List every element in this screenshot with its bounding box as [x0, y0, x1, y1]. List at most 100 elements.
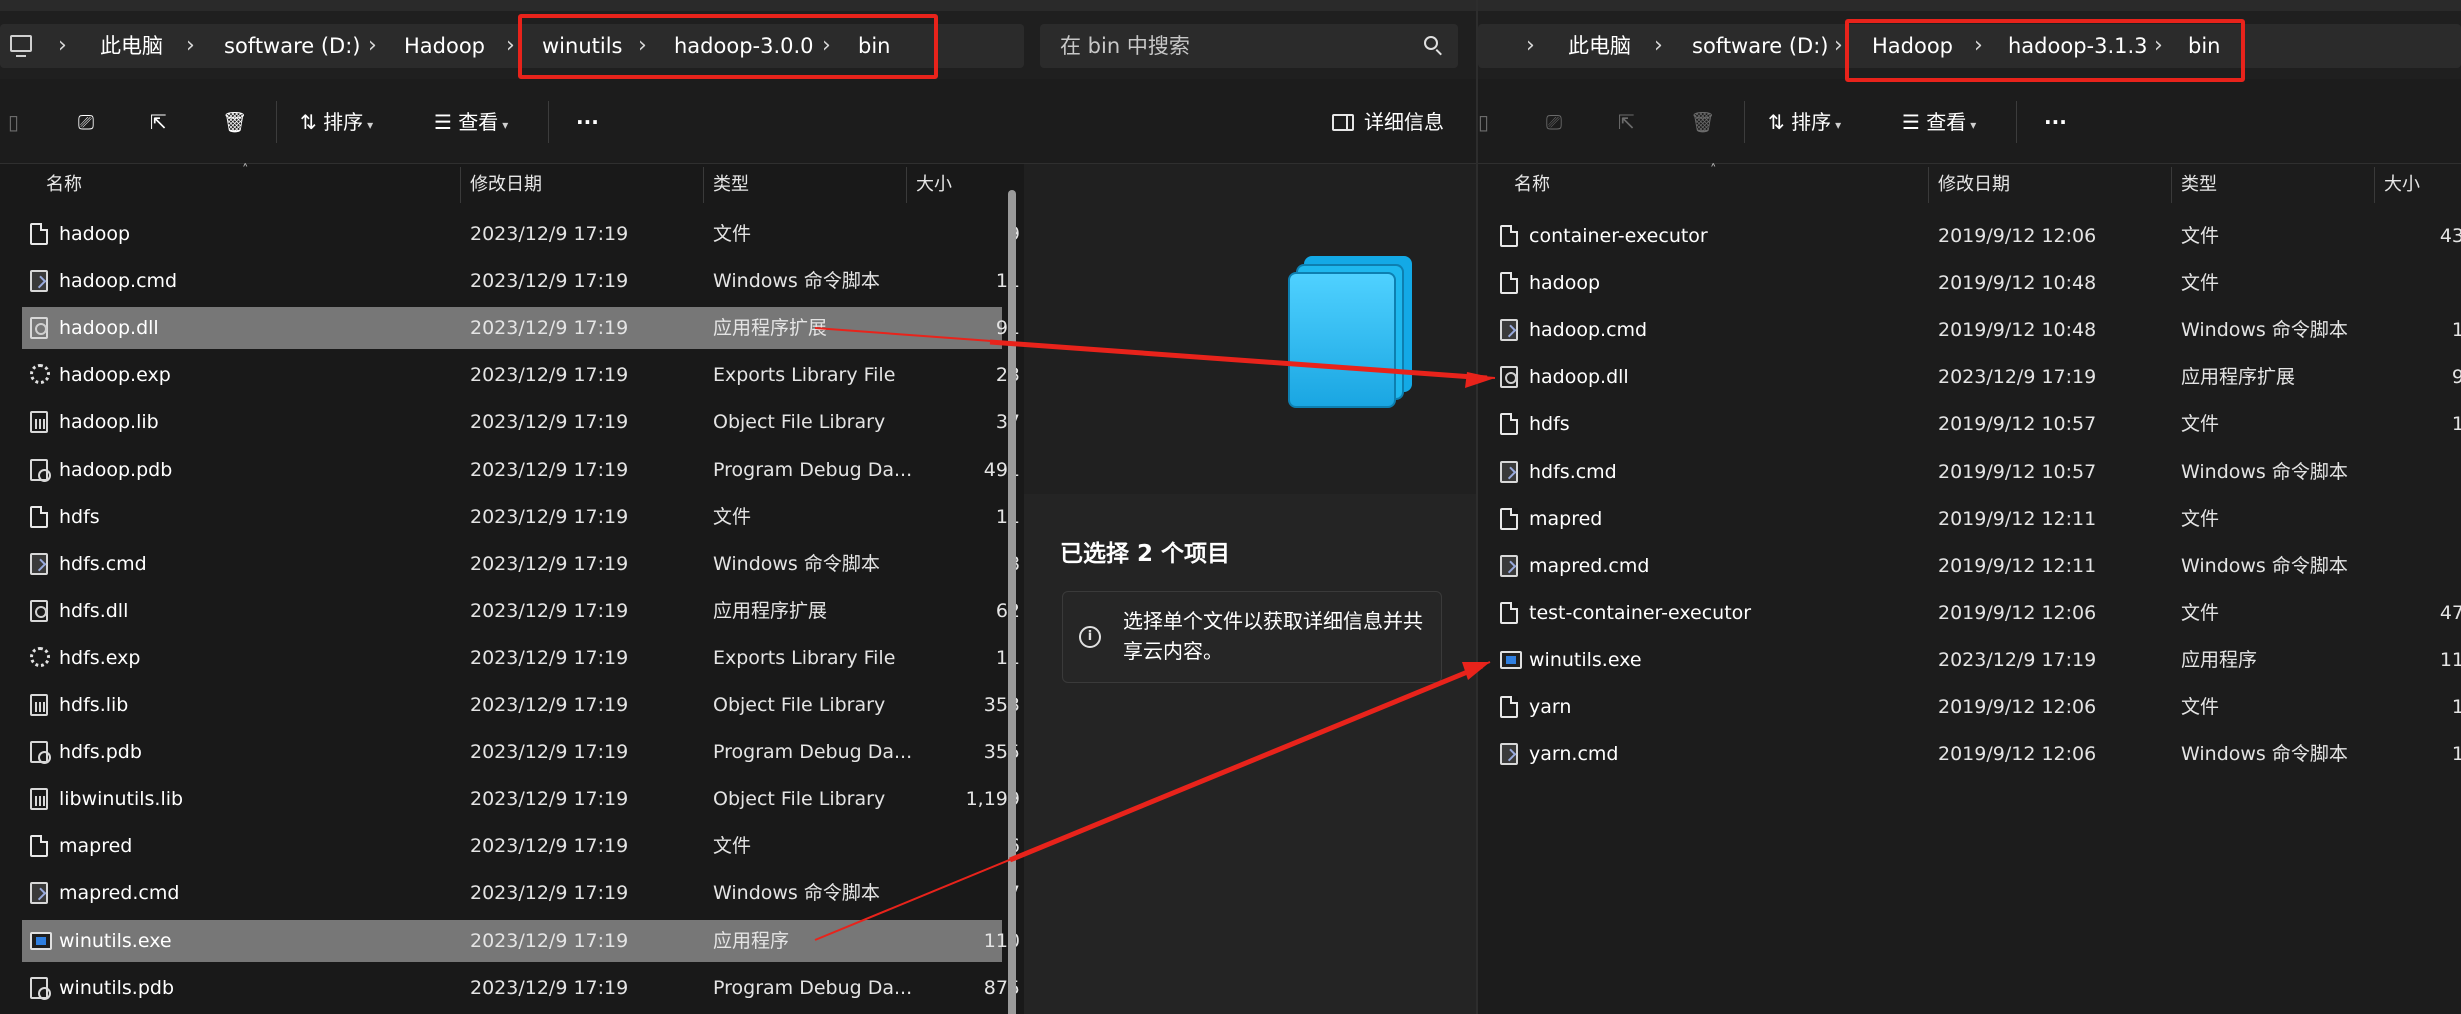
- column-divider[interactable]: [906, 167, 907, 203]
- more-options-button[interactable]: ···: [2044, 107, 2067, 137]
- file-row[interactable]: yarn.cmd 2019/9/12 12:06 Windows 命令脚本 1: [1500, 733, 2461, 775]
- file-row[interactable]: libwinutils.lib 2023/12/9 17:19 Object Fil…: [22, 778, 1020, 820]
- column-divider[interactable]: [2171, 167, 2172, 203]
- file-row[interactable]: hdfs.lib 2023/12/9 17:19 Object File Libra…: [22, 684, 1020, 726]
- file-row[interactable]: winutils.exe 2023/12/9 17:19 应用程序 11: [1500, 639, 2461, 681]
- chevron-right-icon: ›: [1654, 33, 1663, 58]
- file-row[interactable]: hdfs 2023/12/9 17:19 文件 11: [22, 496, 1020, 538]
- doc-icon: [1500, 225, 1518, 247]
- column-divider[interactable]: [703, 167, 704, 203]
- lib-icon: [30, 788, 48, 811]
- file-date: 2019/9/12 12:11: [1938, 507, 2097, 530]
- column-divider[interactable]: [2374, 167, 2375, 203]
- details-pane-button[interactable]: 详细信息: [1332, 107, 1444, 137]
- file-row[interactable]: hdfs.dll 2023/12/9 17:19 应用程序扩展 62: [22, 590, 1020, 632]
- column-type[interactable]: 类型: [2181, 165, 2217, 205]
- file-type: Program Debug Da...: [713, 458, 913, 481]
- rename-icon[interactable]: ⎚: [78, 107, 94, 137]
- paste-icon[interactable]: ▯: [1478, 107, 1489, 137]
- file-size: 23: [896, 354, 1020, 396]
- file-date: 2023/12/9 17:19: [470, 505, 629, 528]
- file-row[interactable]: mapred.cmd 2019/9/12 12:11 Windows 命令脚本: [1500, 545, 2461, 587]
- view-icon: ☰: [1902, 110, 1927, 134]
- breadcrumb-drive[interactable]: software (D:): [224, 24, 361, 68]
- highlight-box-path: [1845, 19, 2245, 82]
- file-row[interactable]: hdfs 2019/9/12 10:57 文件 1: [1500, 403, 2461, 445]
- sort-ascending-icon: ˄: [1710, 163, 1717, 178]
- file-row[interactable]: hadoop.lib 2023/12/9 17:19 Object File Lib…: [22, 401, 1020, 443]
- doc-icon: [30, 223, 48, 245]
- file-size: 62: [896, 590, 1020, 632]
- vertical-scrollbar[interactable]: [1008, 190, 1016, 1014]
- file-row[interactable]: hadoop.dll 2023/12/9 17:19 应用程序扩展 9: [1500, 356, 2461, 398]
- share-icon[interactable]: ⇱: [150, 107, 167, 137]
- file-row[interactable]: mapred 2023/12/9 17:19 文件 6: [22, 825, 1020, 867]
- command-bar: ▯ ⎚ ⇱ 🗑 ⇅ 排序 ▾ ☰ 查看 ▾ ··· 详细信息: [0, 79, 1478, 164]
- file-row[interactable]: hdfs.exp 2023/12/9 17:19 Exports Library F…: [22, 637, 1020, 679]
- file-row[interactable]: container-executor 2019/9/12 12:06 文件 43: [1500, 215, 2461, 257]
- file-type: 文件: [2181, 272, 2220, 295]
- file-row[interactable]: winutils.exe 2023/12/9 17:19 应用程序 110: [22, 919, 1020, 962]
- gear-icon: [30, 364, 50, 385]
- column-type[interactable]: 类型: [713, 165, 749, 205]
- file-row[interactable]: hadoop.cmd 2023/12/9 17:19 Windows 命令脚本 11: [22, 260, 1020, 302]
- breadcrumb-this-pc[interactable]: 此电脑: [1568, 24, 1631, 68]
- file-row[interactable]: yarn 2019/9/12 12:06 文件 1: [1500, 686, 2461, 728]
- file-row[interactable]: hadoop.exp 2023/12/9 17:19 Exports Library…: [22, 354, 1020, 396]
- file-date: 2019/9/12 10:57: [1938, 413, 2097, 436]
- file-size: 1: [2451, 413, 2461, 436]
- file-type: 文件: [2181, 601, 2220, 624]
- file-name: mapred.cmd: [1529, 554, 1650, 577]
- column-date[interactable]: 修改日期: [470, 165, 542, 205]
- view-button[interactable]: ☰ 查看 ▾: [434, 107, 508, 137]
- file-type: 文件: [713, 835, 752, 858]
- breadcrumb-this-pc[interactable]: 此电脑: [100, 24, 163, 68]
- title-strip: [0, 0, 1478, 11]
- file-row[interactable]: hdfs.cmd 2019/9/12 10:57 Windows 命令脚本: [1500, 451, 2461, 493]
- file-type: Windows 命令脚本: [2181, 319, 2348, 342]
- file-row[interactable]: hdfs.pdb 2023/12/9 17:19 Program Debug Da.…: [22, 731, 1020, 773]
- column-divider[interactable]: [1928, 167, 1929, 203]
- paste-icon[interactable]: ▯: [8, 107, 19, 137]
- file-row[interactable]: mapred 2019/9/12 12:11 文件: [1500, 498, 2461, 540]
- column-divider[interactable]: [460, 167, 461, 203]
- lib-icon: [30, 411, 48, 434]
- sort-button[interactable]: ⇅ 排序 ▾: [1768, 107, 1841, 137]
- rename-icon[interactable]: ⎚: [1546, 107, 1562, 137]
- file-row[interactable]: test-container-executor 2019/9/12 12:06 文件…: [1500, 592, 2461, 634]
- sort-button[interactable]: ⇅ 排序 ▾: [300, 107, 373, 137]
- delete-icon[interactable]: 🗑: [222, 107, 247, 137]
- view-button[interactable]: ☰ 查看 ▾: [1902, 107, 1976, 137]
- file-date: 2023/12/9 17:19: [470, 835, 629, 858]
- breadcrumb-drive[interactable]: software (D:): [1692, 24, 1829, 68]
- file-row[interactable]: hdfs.cmd 2023/12/9 17:19 Windows 命令脚本 8: [22, 543, 1020, 585]
- file-row[interactable]: hadoop.dll 2023/12/9 17:19 应用程序扩展 91: [22, 307, 1020, 350]
- file-row[interactable]: hadoop 2019/9/12 10:48 文件: [1500, 262, 2461, 304]
- file-row[interactable]: hadoop.pdb 2023/12/9 17:19 Program Debug D…: [22, 449, 1020, 491]
- file-name: winutils.exe: [1529, 648, 1642, 671]
- view-label: 查看: [458, 110, 499, 134]
- column-name[interactable]: 名称: [1514, 165, 1550, 205]
- file-row[interactable]: hadoop.cmd 2019/9/12 10:48 Windows 命令脚本 1: [1500, 309, 2461, 351]
- file-row[interactable]: mapred.cmd 2023/12/9 17:19 Windows 命令脚本 7: [22, 872, 1020, 914]
- file-size: 11: [896, 260, 1020, 302]
- column-size[interactable]: 大小: [2384, 165, 2420, 205]
- info-message: i 选择单个文件以获取详细信息并共享云内容。: [1062, 591, 1442, 683]
- file-type: Windows 命令脚本: [713, 552, 880, 575]
- search-input[interactable]: 在 bin 中搜索: [1040, 24, 1458, 68]
- file-name: hadoop.dll: [1529, 366, 1629, 389]
- breadcrumb-hadoop[interactable]: Hadoop: [404, 24, 485, 68]
- more-options-button[interactable]: ···: [576, 107, 599, 137]
- file-name: mapred.cmd: [59, 882, 180, 905]
- share-icon[interactable]: ⇱: [1618, 107, 1635, 137]
- file-row[interactable]: hadoop 2023/12/9 17:19 文件 9: [22, 213, 1020, 255]
- column-size[interactable]: 大小: [916, 165, 952, 205]
- file-date: 2023/12/9 17:19: [470, 552, 629, 575]
- column-date[interactable]: 修改日期: [1938, 165, 2010, 205]
- file-name: mapred: [1529, 507, 1603, 530]
- column-name[interactable]: 名称: [46, 165, 82, 205]
- file-name: hdfs.dll: [59, 599, 129, 622]
- delete-icon[interactable]: 🗑: [1690, 107, 1715, 137]
- file-row[interactable]: winutils.pdb 2023/12/9 17:19 Program Debug…: [22, 967, 1020, 1009]
- file-size: [2364, 262, 2461, 304]
